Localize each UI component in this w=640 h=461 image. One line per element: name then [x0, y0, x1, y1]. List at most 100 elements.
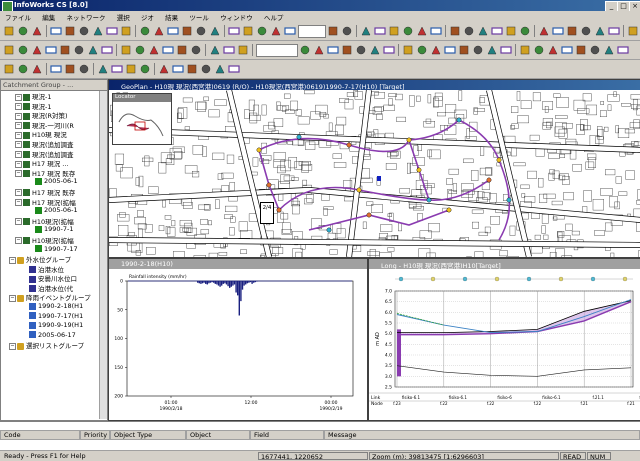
toolbar-button[interactable] — [3, 25, 15, 37]
manhole-node[interactable] — [347, 143, 351, 147]
toolbar-button[interactable] — [491, 25, 503, 37]
toolbar-button[interactable] — [158, 63, 170, 75]
toolbar-button[interactable] — [388, 25, 400, 37]
manhole-node[interactable] — [357, 188, 361, 192]
tree-item[interactable]: −H10現況(拡幅 — [1, 216, 99, 226]
toolbar-button[interactable] — [45, 44, 57, 56]
toolbar-button[interactable] — [313, 44, 325, 56]
menu-file[interactable]: ファイル — [0, 11, 35, 22]
tree-expand-toggle[interactable]: − — [9, 295, 16, 302]
toolbar-button[interactable] — [519, 44, 531, 56]
menu-edit[interactable]: 編集 — [37, 11, 59, 22]
tree-expand-toggle[interactable]: − — [15, 122, 22, 129]
manhole-node[interactable] — [457, 118, 461, 122]
toolbar-button[interactable] — [327, 44, 339, 56]
tree-item[interactable]: 1990-7-1 — [1, 225, 99, 235]
manhole-node[interactable] — [427, 198, 431, 202]
tree-expand-toggle[interactable]: − — [15, 113, 22, 120]
tree-expand-toggle[interactable]: − — [9, 343, 16, 350]
toolbar-button[interactable] — [575, 44, 587, 56]
tree-expand-toggle[interactable]: − — [15, 237, 22, 244]
toolbar-button[interactable] — [120, 25, 132, 37]
toolbar-button[interactable] — [148, 44, 160, 56]
tree-item[interactable]: −H17 現況 ... — [1, 158, 99, 168]
manhole-node[interactable] — [417, 168, 421, 172]
toolbar-button[interactable] — [73, 44, 85, 56]
toolbar-button[interactable] — [31, 63, 43, 75]
toolbar-button[interactable] — [3, 63, 15, 75]
toolbar-button[interactable] — [200, 63, 212, 75]
toolbar-button[interactable] — [472, 44, 484, 56]
tree-item[interactable]: −H17 現況 既存 — [1, 168, 99, 178]
toolbar-button[interactable] — [374, 25, 386, 37]
manhole-node[interactable] — [257, 148, 261, 152]
toolbar-button[interactable] — [463, 25, 475, 37]
tree-item[interactable]: 1990-9-19(H1 — [1, 321, 99, 331]
toolbar-button[interactable] — [172, 63, 184, 75]
menu-select[interactable]: 選択 — [112, 11, 134, 22]
col-object-type[interactable]: Object Type — [110, 430, 186, 440]
col-field[interactable]: Field — [250, 430, 324, 440]
toolbar-button[interactable] — [176, 44, 188, 56]
tree-expand-toggle[interactable]: − — [9, 257, 16, 264]
tree-item[interactable]: 安曇川水位口 — [1, 273, 99, 283]
long-section-window[interactable]: Long - H10現 現況(西宮港)H10[Target] 7.06.56.0… — [368, 258, 640, 421]
menu-window[interactable]: ウィンドウ — [215, 11, 257, 22]
graph-title-bar[interactable]: 1990-2-18(H10) — [109, 259, 367, 269]
toolbar-button[interactable] — [430, 25, 442, 37]
toolbar-button[interactable] — [92, 25, 104, 37]
manhole-node[interactable] — [407, 138, 411, 142]
toolbar-button[interactable] — [416, 44, 428, 56]
toolbar-button[interactable] — [190, 44, 202, 56]
toolbar-button[interactable] — [153, 25, 165, 37]
toolbar-button[interactable] — [547, 44, 559, 56]
toolbar-button[interactable] — [120, 44, 132, 56]
toolbar-button[interactable] — [139, 25, 151, 37]
toolbar-button[interactable] — [538, 25, 550, 37]
menu-help[interactable]: ヘルプ — [259, 11, 288, 22]
toolbar-button[interactable] — [505, 25, 517, 37]
tree-item[interactable]: 泊港水位 — [1, 264, 99, 274]
geoplan-window[interactable]: GeoPlan - H10現 現況(西宮港)0619 (R/O) - H10現況… — [108, 79, 640, 258]
toolbar-combo[interactable] — [298, 25, 326, 38]
toolbar-button[interactable] — [519, 25, 531, 37]
tree-item[interactable]: −現況-1 — [1, 101, 99, 111]
toolbar-button[interactable] — [111, 63, 123, 75]
toolbar-button[interactable] — [566, 25, 578, 37]
selected-node[interactable] — [377, 176, 381, 181]
title-bar[interactable]: InfoWorks CS [8.0] _ □ × — [0, 0, 640, 11]
menu-network[interactable]: ネットワーク — [61, 11, 109, 22]
tree-item[interactable]: −現況(R対策) — [1, 110, 99, 120]
toolbar-button[interactable] — [533, 44, 545, 56]
toolbar-button[interactable] — [139, 63, 151, 75]
toolbar-button[interactable] — [167, 25, 179, 37]
toolbar-button[interactable] — [402, 44, 414, 56]
toolbar-button[interactable] — [360, 25, 372, 37]
tree-scrollbar[interactable] — [99, 91, 107, 419]
locator-window[interactable]: Locator — [112, 93, 172, 145]
toolbar-button[interactable] — [106, 25, 118, 37]
tree-expand-toggle[interactable]: − — [15, 103, 22, 110]
toolbar-button[interactable] — [186, 63, 198, 75]
toolbar-button[interactable] — [64, 25, 76, 37]
toolbar-button[interactable] — [223, 44, 235, 56]
tree-expand-toggle[interactable]: − — [15, 151, 22, 158]
toolbar-button[interactable] — [134, 44, 146, 56]
toolbar-button[interactable] — [402, 25, 414, 37]
toolbar-button[interactable] — [458, 44, 470, 56]
manhole-node[interactable] — [447, 208, 451, 212]
graph-window[interactable]: 1990-2-18(H10) Rainfall intensity (mm/hr… — [108, 258, 368, 421]
toolbar-button[interactable] — [444, 44, 456, 56]
tree-expand-toggle[interactable]: − — [15, 218, 22, 225]
tree-item[interactable]: −現況-1 — [1, 91, 99, 101]
geoplan-map[interactable] — [109, 90, 640, 257]
toolbar-button[interactable] — [594, 25, 606, 37]
tree-item[interactable]: 1990-7-17(H1 — [1, 312, 99, 322]
tree-item[interactable]: −降雨イベントグループ — [1, 292, 99, 302]
toolbar-button[interactable] — [500, 44, 512, 56]
toolbar-button[interactable] — [195, 25, 207, 37]
tree-item[interactable]: 1990-2-18(H1 — [1, 302, 99, 312]
toolbar-button[interactable] — [242, 25, 254, 37]
tree-expand-toggle[interactable]: − — [15, 170, 22, 177]
manhole-node[interactable] — [487, 178, 491, 182]
